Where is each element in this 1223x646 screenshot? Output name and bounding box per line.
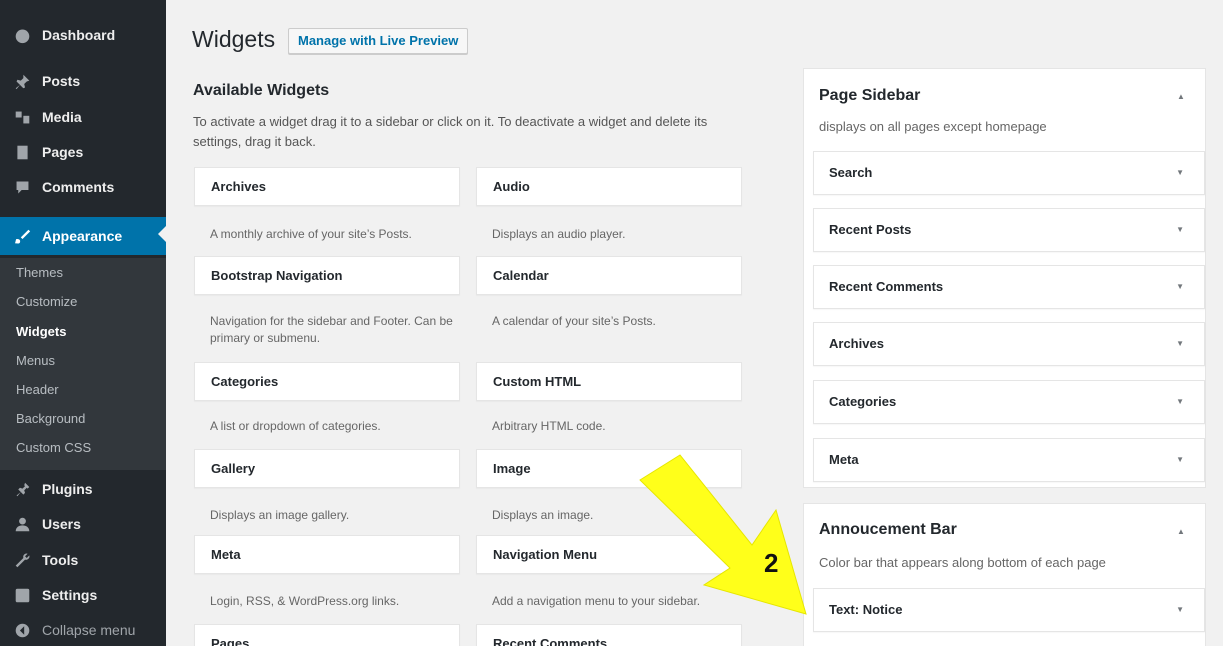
users-icon bbox=[12, 515, 32, 533]
menu-label: Plugins bbox=[42, 481, 93, 497]
widget-categories[interactable]: Categories bbox=[194, 362, 460, 401]
menu-label: Comments bbox=[42, 179, 115, 195]
widget-description: Arbitrary HTML code. bbox=[492, 419, 606, 433]
widget-title: Recent Comments bbox=[829, 279, 944, 294]
submenu-custom-css[interactable]: Custom CSS bbox=[16, 440, 91, 455]
expand-down-icon[interactable]: ▼ bbox=[1176, 381, 1184, 423]
menu-label: Appearance bbox=[42, 228, 123, 244]
expand-down-icon[interactable]: ▼ bbox=[1176, 589, 1184, 631]
widget-gallery[interactable]: Gallery bbox=[194, 449, 460, 488]
widget-navigation-menu[interactable]: Navigation Menu bbox=[476, 535, 742, 574]
dashboard-icon bbox=[12, 26, 32, 44]
available-widgets-description: To activate a widget drag it to a sideba… bbox=[193, 114, 708, 149]
widget-meta[interactable]: Meta bbox=[194, 535, 460, 574]
widget-custom-html[interactable]: Custom HTML bbox=[476, 362, 742, 401]
menu-comments[interactable]: Comments bbox=[0, 170, 166, 204]
settings-icon bbox=[12, 586, 32, 604]
announcement-bar-description: Color bar that appears along bottom of e… bbox=[819, 555, 1106, 570]
widget-title: Archives bbox=[829, 336, 884, 351]
collapse-up-icon[interactable]: ▲ bbox=[1177, 527, 1185, 536]
menu-appearance[interactable]: Appearance bbox=[0, 217, 166, 255]
collapse-menu-button[interactable]: Collapse menu bbox=[0, 613, 166, 646]
announcement-bar-title[interactable]: Annoucement Bar bbox=[819, 521, 957, 539]
page-sidebar-title[interactable]: Page Sidebar bbox=[819, 87, 920, 105]
submenu-background[interactable]: Background bbox=[16, 411, 85, 426]
menu-label: Collapse menu bbox=[42, 622, 136, 638]
sidebar-widget-text-notice[interactable]: Text: Notice ▼ bbox=[813, 588, 1205, 632]
menu-users[interactable]: Users bbox=[0, 507, 166, 541]
widget-description: Navigation for the sidebar and Footer. C… bbox=[210, 314, 453, 345]
sidebar-widget-recent-comments[interactable]: Recent Comments ▼ bbox=[813, 265, 1205, 309]
widget-title: Search bbox=[829, 165, 873, 180]
widget-audio[interactable]: Audio bbox=[476, 167, 742, 206]
widget-pages[interactable]: Pages bbox=[194, 624, 460, 646]
widget-title: Meta bbox=[829, 452, 859, 467]
menu-label: Dashboard bbox=[42, 27, 116, 43]
sidebar-widget-archives[interactable]: Archives ▼ bbox=[813, 322, 1205, 366]
expand-down-icon[interactable]: ▼ bbox=[1176, 323, 1184, 365]
widget-description: Add a navigation menu to your sidebar. bbox=[492, 594, 701, 608]
submenu-customize[interactable]: Customize bbox=[16, 294, 77, 309]
page-title: Widgets bbox=[192, 26, 276, 52]
widget-description: Displays an image gallery. bbox=[210, 508, 350, 522]
widget-title: Categories bbox=[829, 394, 897, 409]
admin-sidebar: Dashboard Posts Media Pages Comments App… bbox=[0, 0, 166, 646]
expand-down-icon[interactable]: ▼ bbox=[1176, 209, 1184, 251]
widget-recent-comments[interactable]: Recent Comments bbox=[476, 624, 742, 646]
widget-description: Displays an image. bbox=[492, 508, 594, 522]
collapse-icon bbox=[12, 621, 32, 639]
submenu-menus[interactable]: Menus bbox=[16, 353, 55, 368]
submenu-themes[interactable]: Themes bbox=[16, 265, 63, 280]
widget-archives[interactable]: Archives bbox=[194, 167, 460, 206]
widget-title: Text: Notice bbox=[829, 602, 903, 617]
menu-media[interactable]: Media bbox=[0, 100, 166, 134]
expand-down-icon[interactable]: ▼ bbox=[1176, 152, 1184, 194]
menu-tools[interactable]: Tools bbox=[0, 543, 166, 577]
widget-calendar[interactable]: Calendar bbox=[476, 256, 742, 295]
widget-title: Recent Posts bbox=[829, 222, 912, 237]
submenu-header[interactable]: Header bbox=[16, 382, 59, 397]
page-sidebar-description: displays on all pages except homepage bbox=[819, 119, 1047, 134]
wrench-icon bbox=[12, 551, 32, 569]
step-number-label: 2 bbox=[764, 548, 779, 578]
sidebar-widget-meta[interactable]: Meta ▼ bbox=[813, 438, 1205, 482]
menu-dashboard[interactable]: Dashboard bbox=[0, 18, 166, 52]
menu-label: Media bbox=[42, 109, 82, 125]
sidebar-widget-categories[interactable]: Categories ▼ bbox=[813, 380, 1205, 424]
plug-icon bbox=[12, 480, 32, 498]
sidebar-widget-search[interactable]: Search ▼ bbox=[813, 151, 1205, 195]
menu-plugins[interactable]: Plugins bbox=[0, 472, 166, 506]
widget-description: Login, RSS, & WordPress.org links. bbox=[210, 594, 400, 608]
available-widgets-heading: Available Widgets bbox=[193, 82, 330, 99]
widget-description: A calendar of your site’s Posts. bbox=[492, 314, 656, 328]
widget-bootstrap-navigation[interactable]: Bootstrap Navigation bbox=[194, 256, 460, 295]
menu-pages[interactable]: Pages bbox=[0, 135, 166, 169]
menu-label: Tools bbox=[42, 552, 79, 568]
menu-label: Pages bbox=[42, 144, 84, 160]
sidebar-widget-recent-posts[interactable]: Recent Posts ▼ bbox=[813, 208, 1205, 252]
submenu-widgets[interactable]: Widgets bbox=[16, 324, 66, 339]
widget-description: A list or dropdown of categories. bbox=[210, 419, 381, 433]
brush-icon bbox=[12, 227, 32, 245]
expand-down-icon[interactable]: ▼ bbox=[1176, 439, 1184, 481]
pages-icon bbox=[12, 143, 32, 161]
collapse-up-icon[interactable]: ▲ bbox=[1177, 92, 1185, 101]
menu-posts[interactable]: Posts bbox=[0, 64, 166, 98]
menu-label: Settings bbox=[42, 587, 98, 603]
widget-image[interactable]: Image bbox=[476, 449, 742, 488]
menu-label: Posts bbox=[42, 73, 81, 89]
widget-description: Displays an audio player. bbox=[492, 227, 626, 241]
pin-icon bbox=[12, 72, 32, 90]
appearance-submenu: Themes Customize Widgets Menus Header Ba… bbox=[0, 258, 166, 470]
media-icon bbox=[12, 108, 32, 126]
manage-live-preview-button[interactable]: Manage with Live Preview bbox=[288, 28, 469, 54]
widget-description: A monthly archive of your site’s Posts. bbox=[210, 227, 412, 241]
menu-settings[interactable]: Settings bbox=[0, 578, 166, 612]
menu-label: Users bbox=[42, 516, 81, 532]
expand-down-icon[interactable]: ▼ bbox=[1176, 266, 1184, 308]
comment-icon bbox=[12, 178, 32, 196]
